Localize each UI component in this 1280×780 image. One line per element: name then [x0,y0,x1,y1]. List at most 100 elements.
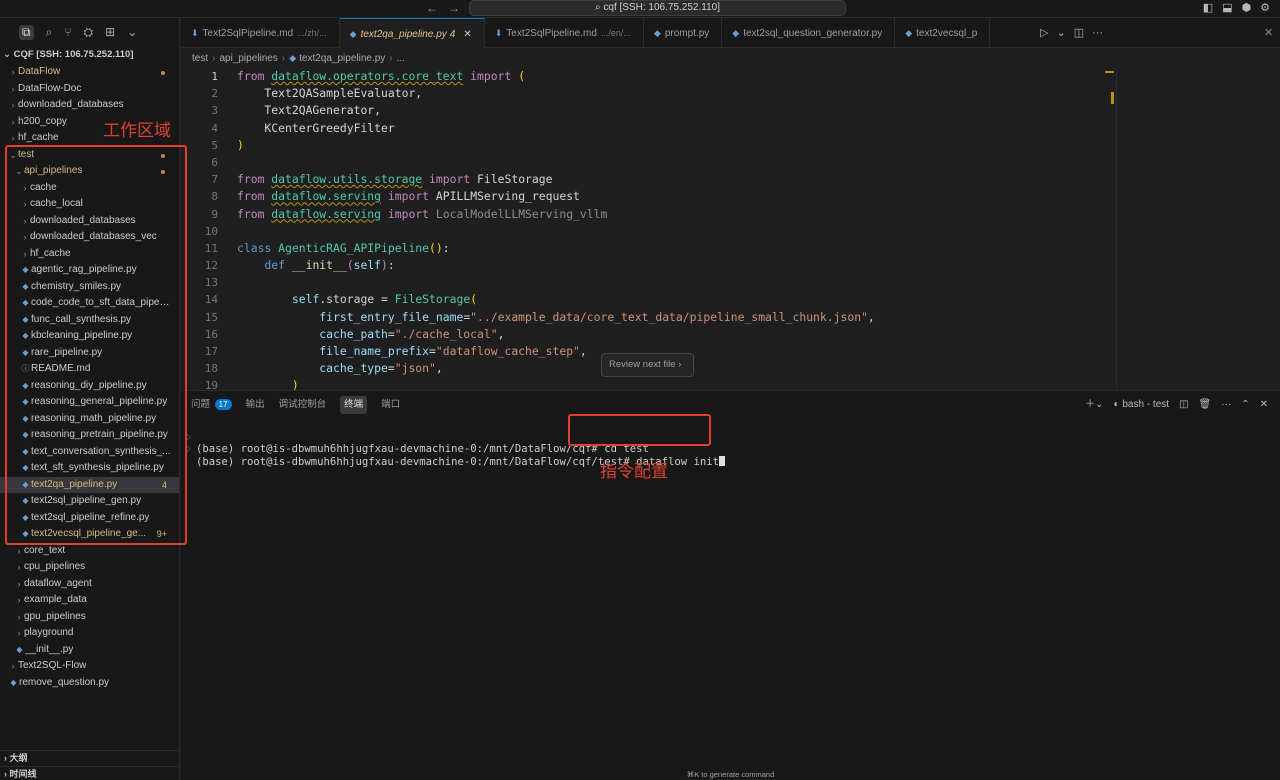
trash-icon[interactable]: 🗑 [1199,396,1212,414]
split-terminal-icon[interactable]: ◫ [1179,396,1188,414]
code-line: 11 class AgenticRAG_APIPipeline(): [181,240,1116,257]
run-icon[interactable]: ▷ [1040,18,1048,48]
command-center[interactable]: ⌕ cqf [SSH: 106.75.252.110] [469,0,846,16]
chevron-right-icon: › [11,83,15,94]
debug-icon[interactable]: ⛭ [84,25,94,40]
more-icon[interactable]: ··· [1092,18,1103,48]
code-token: , [867,309,875,324]
extension-icon[interactable]: ⬢ [1242,1,1252,14]
outline-section[interactable]: › 大纲 [0,750,180,764]
editor-tab[interactable]: ⬇ Text2SqlPipeline.md .../zh/... [181,18,340,48]
tree-item-label: gpu_pipelines [24,610,86,622]
code-token: ) [237,137,244,152]
command-annotation-label: 指令配置 [600,462,668,482]
editor-tab[interactable]: ◆ text2qa_pipeline.py 4 ✕ [339,18,485,48]
code-token: cache_type [319,361,388,376]
code-token: AgenticRAG_APIPipeline [278,240,430,255]
close-icon[interactable]: ✕ [1260,396,1268,414]
workspace-annotation-label: 工作区域 [103,121,171,141]
tree-folder[interactable]: › DataFlow [0,64,179,81]
code-line: 7 from dataflow.utils.storage import File… [181,171,1116,188]
code-token: Text2QASampleEvaluator, [237,86,423,101]
code-editor[interactable]: 1 from dataflow.operators.core_text impor… [181,68,1116,390]
code-token: , [497,326,505,341]
editor-actions: ▷ ⌄ ◫ ··· [1040,18,1104,48]
code-token: __init__ [291,258,347,273]
review-next-file-button[interactable]: Review next file › [601,353,694,377]
tree-folder[interactable]: › Text2SQL-Flow [0,658,179,675]
tree-folder[interactable]: › DataFlow-Doc [0,81,179,98]
chevron-down-icon[interactable]: ⌄ [127,25,137,39]
maximize-panel-icon[interactable]: ⌃ [1241,396,1249,414]
toggle-panel-icon[interactable]: ⬓ [1222,1,1232,14]
panel-tabs: 问题 17 输出 调试控制台 终端 端口 [191,396,400,414]
tab-problems[interactable]: 问题 17 [191,396,232,414]
tree-folder[interactable]: › playground [0,625,179,642]
markdown-file-icon: ⬇ [191,28,199,38]
editor-tab[interactable]: ◆ text2vecsql_p [895,18,991,48]
split-editor-icon[interactable]: ◫ [1074,18,1084,48]
tab-path: .../zh/... [297,28,327,38]
problems-count-badge: 17 [214,399,232,410]
title-bar: ←→ ⌕ cqf [SSH: 106.75.252.110] ◧ ⬓ ⬢ ⚙ [0,0,1280,18]
editor-tab[interactable]: ⬇ Text2SqlPipeline.md .../en/... [485,18,644,48]
tab-problem-count: 4 [449,29,456,40]
tree-file[interactable]: ◆ remove_question.py [0,675,179,692]
tree-folder[interactable]: › dataflow_agent [0,576,179,593]
code-token: , [435,361,443,376]
gear-icon[interactable]: ⚙ [1260,1,1270,14]
tree-item-label: downloaded_databases [18,99,124,110]
code-token: from [237,69,272,83]
tree-folder[interactable]: › cpu_pipelines [0,559,179,576]
source-control-icon[interactable]: ⑂ [64,25,71,39]
code-line: 2 Text2QASampleEvaluator, [181,85,1116,102]
toggle-sidebar-icon[interactable]: ◧ [1203,1,1213,14]
breadcrumb-item[interactable]: test [192,53,208,64]
terminal-output[interactable]: ○ (base) root@is-dbwmuh6hhjugfxau-devmac… [181,418,1280,468]
tab-ports[interactable]: 端口 [381,396,400,414]
minimap[interactable] [1124,68,1280,390]
new-terminal-icon[interactable]: ＋⌄ [1085,396,1103,414]
explorer-root[interactable]: ⌄ CQF [SSH: 106.75.252.110] [0,46,179,64]
chevron-right-icon: › [17,611,21,622]
tab-label: text2vecsql_p [916,28,978,39]
tree-file[interactable]: ◆ __init__.py [0,642,179,659]
search-icon[interactable]: ⌕ [46,25,53,40]
chevron-down-icon: ⌄ [3,49,14,60]
tab-terminal[interactable]: 终端 [340,396,368,414]
tree-folder[interactable]: › downloaded_databases [0,97,179,114]
more-icon[interactable]: ··· [1221,396,1231,414]
tree-item-label: example_data [24,594,87,605]
tree-folder[interactable]: › example_data [0,592,179,609]
back-arrow-icon[interactable]: ← [426,1,448,15]
explorer-icon[interactable]: ⧉ [19,24,34,40]
breadcrumb-item[interactable]: ... [397,53,405,64]
breadcrumb-item[interactable]: text2qa_pipeline.py [299,53,385,64]
chevron-right-icon: › [389,53,393,64]
editor-tab[interactable]: ◆ text2sql_question_generator.py [722,18,896,48]
code-text: ) [237,137,244,154]
terminal-selector[interactable]: ◐ bash - test [1114,396,1170,414]
code-token: import [422,172,478,187]
chevron-right-icon: › [17,595,21,605]
tree-folder[interactable]: › gpu_pipelines [0,609,179,626]
code-token: .storage = [319,292,395,307]
chevron-down-icon[interactable]: ⌄ [1056,18,1065,48]
editor-scrollbar[interactable] [1116,68,1124,390]
timeline-section[interactable]: › 时间线 [0,766,180,780]
breadcrumb-item[interactable]: api_pipelines [219,53,277,64]
extensions-icon[interactable]: ⊞ [105,25,115,39]
close-icon[interactable]: ✕ [1264,18,1273,48]
close-icon[interactable]: ✕ [463,29,471,40]
tab-debug-console[interactable]: 调试控制台 [279,396,327,414]
code-text: class AgenticRAG_APIPipeline(): [237,240,450,257]
python-file-icon: ◆ [10,677,17,687]
tab-output[interactable]: 输出 [246,396,265,414]
code-token: class [237,240,279,255]
nav-arrows: ←→ [426,1,470,15]
review-chip-label: Review next file [609,359,676,370]
forward-arrow-icon[interactable]: → [448,1,470,15]
editor-tab[interactable]: ◆ prompt.py [644,18,723,48]
